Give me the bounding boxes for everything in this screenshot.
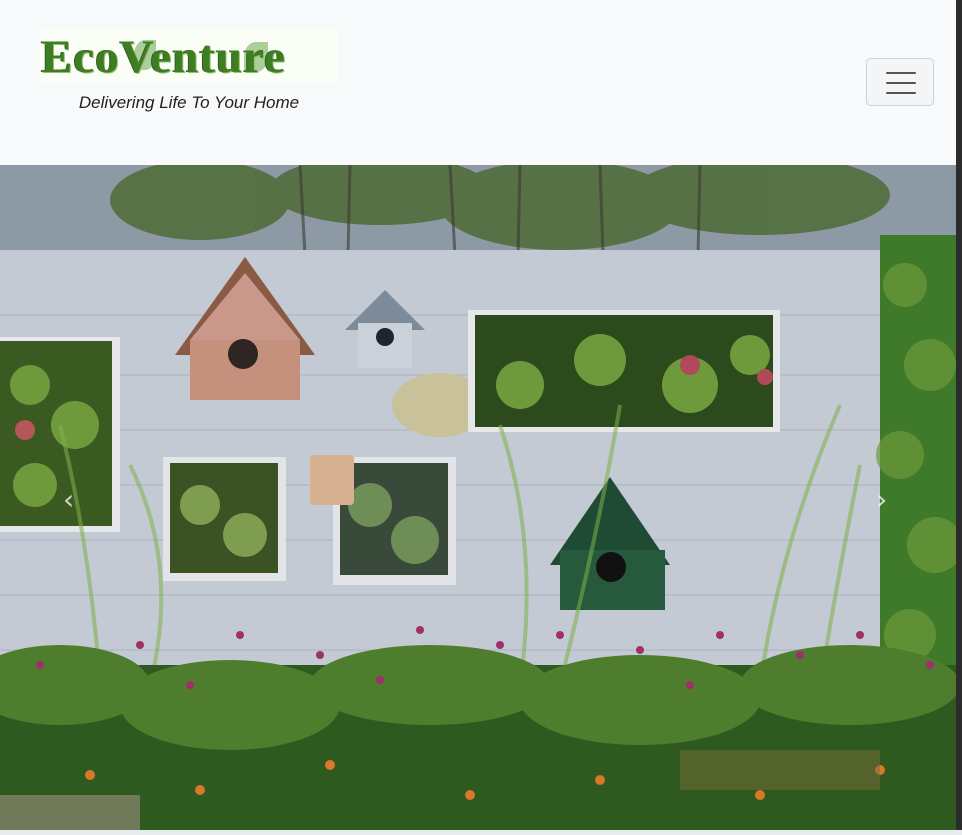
carousel-next-control[interactable]: › — [816, 165, 956, 830]
hero-carousel: ‹ › — [0, 165, 956, 830]
brand-logo: EcoVenture — [39, 28, 338, 82]
scrollbar[interactable] — [956, 0, 962, 835]
chevron-right-icon: › — [876, 483, 888, 516]
carousel-prev-control[interactable]: ‹ — [0, 165, 140, 830]
brand-link[interactable]: EcoVenture Delivering Life To Your Home — [39, 28, 339, 113]
brand-tagline: Delivering Life To Your Home — [78, 93, 300, 112]
brand-logo-text: EcoVenture — [41, 31, 286, 82]
navbar-toggler-button[interactable] — [866, 58, 934, 106]
page-bottom-edge — [0, 830, 962, 835]
navbar: EcoVenture Delivering Life To Your Home — [0, 0, 962, 165]
carousel-image — [0, 165, 956, 830]
chevron-left-icon: ‹ — [63, 483, 75, 516]
